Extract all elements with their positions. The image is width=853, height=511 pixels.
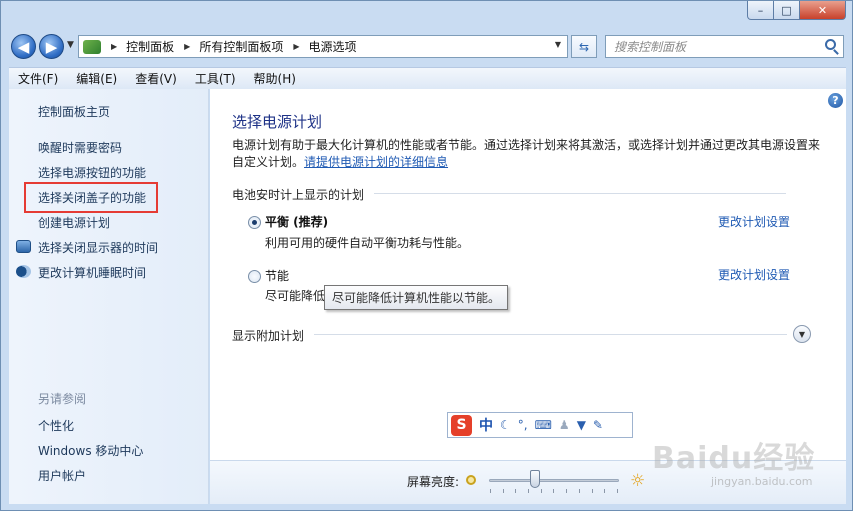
- slider-tick: [553, 489, 555, 493]
- menu-tools[interactable]: 工具(T): [186, 70, 245, 87]
- help-icon[interactable]: ?: [828, 93, 843, 108]
- plan-details-link[interactable]: 请提供电源计划的详细信息: [304, 155, 448, 169]
- keyboard-icon[interactable]: ⌨: [535, 418, 552, 432]
- close-button[interactable]: ✕: [800, 1, 846, 20]
- window-frame: – □ ✕ ◀ ▶ ▼ ▶ 控制面板 ▶ 所有控制面板项 ▶ 电源选项 ▼ ⇆ …: [0, 0, 853, 511]
- brightness-slider-thumb[interactable]: [529, 470, 540, 488]
- breadcrumb-all-items[interactable]: 所有控制面板项: [199, 38, 283, 55]
- refresh-icon: ⇆: [578, 39, 590, 54]
- plan-balanced-radio[interactable]: [248, 216, 261, 229]
- sidebar-item-display-off[interactable]: 选择关闭显示器的时间: [38, 239, 158, 256]
- slider-tick: [566, 489, 568, 493]
- highlight-annotation: [24, 182, 158, 213]
- sidebar-item-user-accounts[interactable]: 用户帐户: [38, 467, 86, 484]
- slider-tick: [578, 489, 580, 493]
- menu-file[interactable]: 文件(F): [9, 70, 67, 87]
- address-dropdown-icon[interactable]: ▼: [555, 40, 561, 49]
- sidebar-item-power-button[interactable]: 选择电源按钮的功能: [38, 164, 146, 181]
- watermark-logo: Baidu经验: [652, 441, 816, 476]
- brightness-label: 屏幕亮度:: [407, 475, 460, 489]
- search-input[interactable]: 搜索控制面板: [605, 35, 844, 58]
- plan-balanced-name[interactable]: 平衡 (推荐): [265, 213, 328, 230]
- forward-button[interactable]: ▶: [39, 34, 64, 59]
- shirt-icon[interactable]: ▼: [577, 418, 586, 432]
- control-panel-icon: [83, 39, 101, 54]
- ime-toolbar: S 中 ☾ °, ⌨ ♟ ▼ ✎: [447, 412, 633, 438]
- plan-powersaver-radio[interactable]: [248, 270, 261, 283]
- sidebar-item-wake-password[interactable]: 唤醒时需要密码: [38, 139, 122, 156]
- slider-tick: [502, 489, 504, 493]
- monitor-icon: [16, 240, 31, 253]
- punctuation-icon[interactable]: °,: [518, 418, 528, 432]
- plan-powersaver-name[interactable]: 节能: [265, 267, 289, 284]
- dim-brightness-icon: [466, 475, 476, 485]
- menu-help[interactable]: 帮助(H): [245, 70, 305, 87]
- minimize-button[interactable]: –: [747, 1, 774, 20]
- section-divider: [314, 334, 787, 335]
- slider-tick: [604, 489, 606, 493]
- chevron-down-icon: ▼: [798, 329, 806, 339]
- see-also-heading: 另请参阅: [38, 392, 87, 406]
- ime-mode-toggle[interactable]: 中: [479, 415, 493, 435]
- breadcrumb-control-panel[interactable]: 控制面板: [126, 38, 174, 55]
- more-plans-heading[interactable]: 显示附加计划: [232, 327, 304, 344]
- caption-buttons: – □ ✕: [747, 1, 846, 20]
- plan-balanced-change-link[interactable]: 更改计划设置: [718, 213, 790, 230]
- slider-tick: [490, 489, 491, 493]
- plan-powersaver-desc: 尽可能降低: [265, 289, 326, 303]
- user-icon[interactable]: ♟: [559, 418, 570, 432]
- maximize-button[interactable]: □: [774, 1, 800, 20]
- menu-bar: 文件(F) 编辑(E) 查看(V) 工具(T) 帮助(H): [9, 67, 846, 89]
- menu-edit[interactable]: 编辑(E): [67, 70, 126, 87]
- sogou-logo-icon[interactable]: S: [451, 414, 472, 436]
- breadcrumb-power-options[interactable]: 电源选项: [309, 38, 357, 55]
- slider-tick: [591, 489, 593, 493]
- slider-tick: [528, 489, 530, 493]
- sidebar-item-personalization[interactable]: 个性化: [38, 417, 74, 434]
- chevron-right-icon[interactable]: ▶: [111, 42, 117, 51]
- chevron-right-icon[interactable]: ▶: [184, 42, 190, 51]
- slider-ticks: [490, 489, 618, 493]
- arrow-right-icon: ▶: [45, 37, 58, 56]
- moon-icon[interactable]: ☾: [500, 418, 511, 432]
- section-divider: [374, 193, 786, 194]
- refresh-button[interactable]: ⇆: [571, 35, 597, 58]
- slider-tick: [540, 489, 542, 493]
- page-title: 选择电源计划: [232, 113, 323, 131]
- search-icon[interactable]: [825, 39, 836, 50]
- brightness-slider-track[interactable]: [489, 479, 619, 482]
- wrench-icon[interactable]: ✎: [593, 418, 603, 432]
- expand-more-plans-button[interactable]: ▼: [793, 325, 811, 343]
- watermark-url: jingyan.baidu.com: [711, 475, 813, 488]
- back-button[interactable]: ◀: [11, 34, 36, 59]
- plan-tooltip: 尽可能降低计算机性能以节能。: [324, 285, 509, 310]
- bright-sun-icon: ☼: [630, 471, 646, 491]
- main-content: ? 选择电源计划 电源计划有助于最大化计算机的性能或者节能。通过选择计划来将其激…: [210, 89, 846, 460]
- slider-tick: [515, 489, 517, 493]
- recent-pages-chevron-icon[interactable]: ▼: [67, 40, 74, 50]
- chevron-right-icon[interactable]: ▶: [293, 42, 299, 51]
- sidebar-item-sleep-time[interactable]: 更改计算机睡眠时间: [38, 264, 146, 281]
- moon-icon: [16, 265, 31, 278]
- battery-plans-heading: 电池安时计上显示的计划: [232, 188, 365, 202]
- sidebar-item-create-plan[interactable]: 创建电源计划: [38, 214, 110, 231]
- address-bar[interactable]: ▶ 控制面板 ▶ 所有控制面板项 ▶ 电源选项 ▼: [78, 35, 568, 58]
- navigation-bar: ◀ ▶ ▼ ▶ 控制面板 ▶ 所有控制面板项 ▶ 电源选项 ▼ ⇆ 搜索控制面板: [1, 31, 853, 62]
- arrow-left-icon: ◀: [17, 37, 30, 56]
- menu-view[interactable]: 查看(V): [126, 70, 186, 87]
- plan-balanced-desc: 利用可用的硬件自动平衡功耗与性能。: [265, 236, 470, 250]
- sidebar-control-panel-home[interactable]: 控制面板主页: [38, 103, 110, 120]
- sidebar: 控制面板主页 唤醒时需要密码 选择电源按钮的功能 选择关闭盖子的功能 创建电源计…: [9, 89, 209, 504]
- slider-tick: [616, 489, 618, 493]
- page-description: 电源计划有助于最大化计算机的性能或者节能。通过选择计划来将其激活，或选择计划并通…: [232, 137, 822, 171]
- search-placeholder: 搜索控制面板: [614, 40, 687, 54]
- plan-powersaver-change-link[interactable]: 更改计划设置: [718, 266, 790, 283]
- sidebar-item-mobility-center[interactable]: Windows 移动中心: [38, 442, 143, 459]
